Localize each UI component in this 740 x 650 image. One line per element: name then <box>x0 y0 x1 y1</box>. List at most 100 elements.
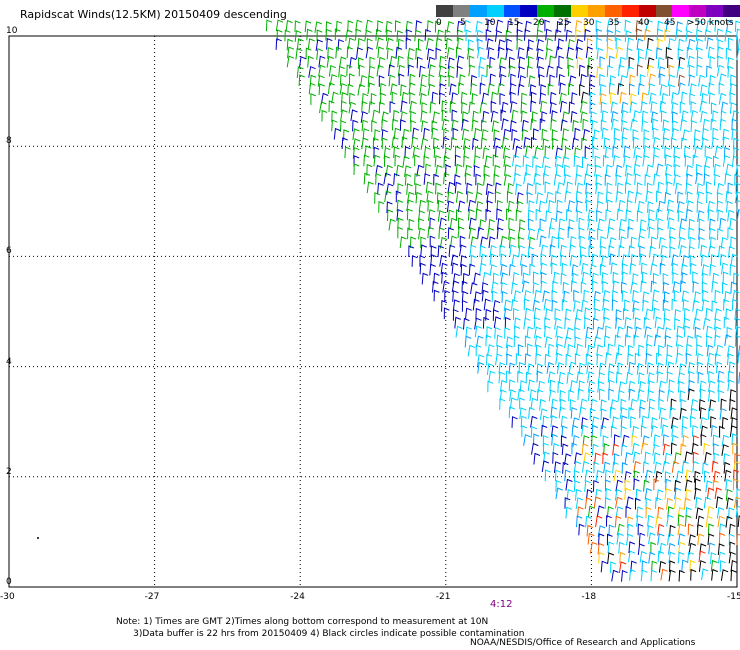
wind-barb <box>465 172 471 185</box>
wind-barb <box>675 470 684 483</box>
wind-barb <box>542 415 549 428</box>
wind-barb <box>621 109 629 122</box>
wind-barb <box>714 289 721 302</box>
wind-barb <box>428 64 436 77</box>
wind-barb <box>735 334 740 347</box>
wind-barb <box>540 280 547 293</box>
wind-barb <box>367 82 375 95</box>
wind-barb <box>383 155 390 168</box>
wind-barb <box>714 145 723 158</box>
wind-barb <box>523 434 531 446</box>
wind-barb <box>540 100 548 113</box>
wind-barb <box>666 199 674 212</box>
wind-barb <box>556 182 565 194</box>
wind-barb <box>707 352 715 365</box>
wind-barb <box>366 181 374 194</box>
wind-barb <box>571 92 578 104</box>
wind-barb <box>529 263 536 276</box>
wind-barb <box>735 164 740 177</box>
wind-barb <box>656 190 662 203</box>
wind-barb <box>524 353 531 366</box>
wind-barb <box>555 469 562 482</box>
wind-barb <box>457 200 466 213</box>
wind-barb <box>544 353 551 366</box>
wind-barb <box>606 226 615 239</box>
contamination-dot <box>37 537 39 539</box>
x-tick-label: -18 <box>581 592 597 602</box>
wind-barb <box>687 523 694 536</box>
wind-barb <box>622 434 630 447</box>
y-tick-label: 10 <box>6 26 18 36</box>
wind-barb <box>564 146 571 159</box>
wind-barb <box>435 164 443 177</box>
wind-barb <box>536 228 544 241</box>
wind-barb <box>487 47 495 59</box>
wind-barb <box>721 416 729 429</box>
wind-barbs <box>265 19 740 582</box>
wind-barb <box>608 55 615 68</box>
wind-barb <box>519 253 528 266</box>
wind-barb <box>646 164 654 177</box>
wind-barb <box>439 217 447 230</box>
wind-barb <box>666 514 674 527</box>
wind-barb <box>386 183 394 195</box>
wind-barb <box>558 55 565 68</box>
wind-barb <box>567 64 575 77</box>
legend-swatch <box>604 5 622 17</box>
wind-barb <box>497 82 505 95</box>
wind-barb <box>600 424 607 437</box>
wind-barb <box>381 118 388 131</box>
wind-barb <box>644 451 651 464</box>
wind-barb <box>477 361 485 374</box>
wind-barb <box>618 541 625 554</box>
wind-barb <box>611 569 619 582</box>
wind-barb <box>525 371 532 384</box>
wind-barb <box>671 91 679 104</box>
notes: Note: 1) Times are GMT 2)Times along bot… <box>116 616 525 640</box>
legend-swatch <box>452 5 470 17</box>
wind-barb <box>501 136 509 149</box>
wind-barb <box>530 397 538 410</box>
wind-barb <box>666 361 674 374</box>
wind-barb <box>533 433 540 446</box>
wind-barb <box>536 389 544 401</box>
wind-barb <box>578 523 585 536</box>
wind-barb <box>680 118 688 131</box>
wind-barb <box>508 217 515 230</box>
wind-barb <box>629 262 637 275</box>
wind-barb <box>397 226 404 239</box>
wind-barb <box>628 550 636 563</box>
wind-barb <box>627 226 634 239</box>
wind-barb <box>632 451 641 464</box>
wind-barb <box>388 64 395 77</box>
wind-barb <box>682 415 689 428</box>
wind-barb <box>460 91 468 104</box>
wind-barb <box>610 101 618 114</box>
wind-barb <box>545 210 552 222</box>
wind-barb <box>638 235 645 248</box>
wind-barb <box>495 145 502 158</box>
wind-barb <box>620 119 628 132</box>
wind-barb <box>437 199 444 212</box>
wind-barb <box>718 82 725 95</box>
wind-barb <box>669 246 676 259</box>
x-tick-label: -24 <box>290 592 305 602</box>
wind-barb <box>718 532 726 545</box>
wind-barb <box>708 82 715 95</box>
wind-barb <box>483 298 491 311</box>
wind-barb <box>656 352 662 365</box>
wind-barb <box>730 569 737 582</box>
legend-swatch <box>554 5 572 17</box>
wind-barb <box>667 533 675 545</box>
wind-barb <box>415 191 423 204</box>
wind-barb <box>299 56 307 68</box>
wind-barb <box>633 478 640 491</box>
wind-barb <box>421 272 429 285</box>
note-line-1: Note: 1) Times are GMT 2)Times along bot… <box>116 617 489 627</box>
wind-barb <box>512 271 520 284</box>
wind-barb <box>548 55 556 68</box>
wind-barb <box>535 182 542 194</box>
wind-barb <box>531 111 538 123</box>
wind-barb <box>564 497 571 509</box>
wind-barb <box>318 64 326 77</box>
